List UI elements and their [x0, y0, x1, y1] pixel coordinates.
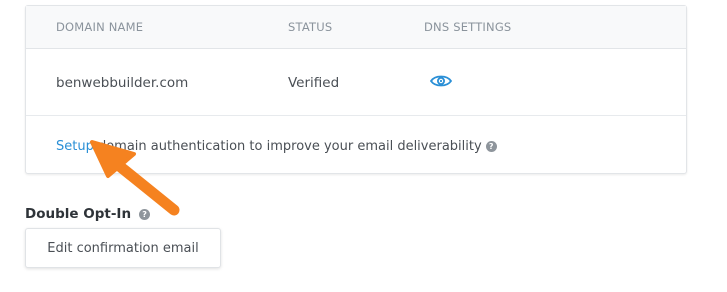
domain-name-cell: benwebbuilder.com [56, 75, 189, 91]
arrow-icon [90, 140, 180, 216]
column-header-status: STATUS [288, 20, 333, 34]
status-cell: Verified [288, 75, 340, 91]
eye-icon[interactable] [430, 74, 452, 88]
edit-confirmation-email-button[interactable]: Edit confirmation email [25, 228, 221, 268]
column-header-dns-settings: DNS SETTINGS [424, 20, 512, 34]
row-divider [26, 115, 686, 116]
table-header: DOMAIN NAME STATUS DNS SETTINGS [26, 6, 686, 49]
help-icon[interactable]: ? [485, 141, 497, 152]
column-header-domain-name: DOMAIN NAME [56, 20, 144, 34]
